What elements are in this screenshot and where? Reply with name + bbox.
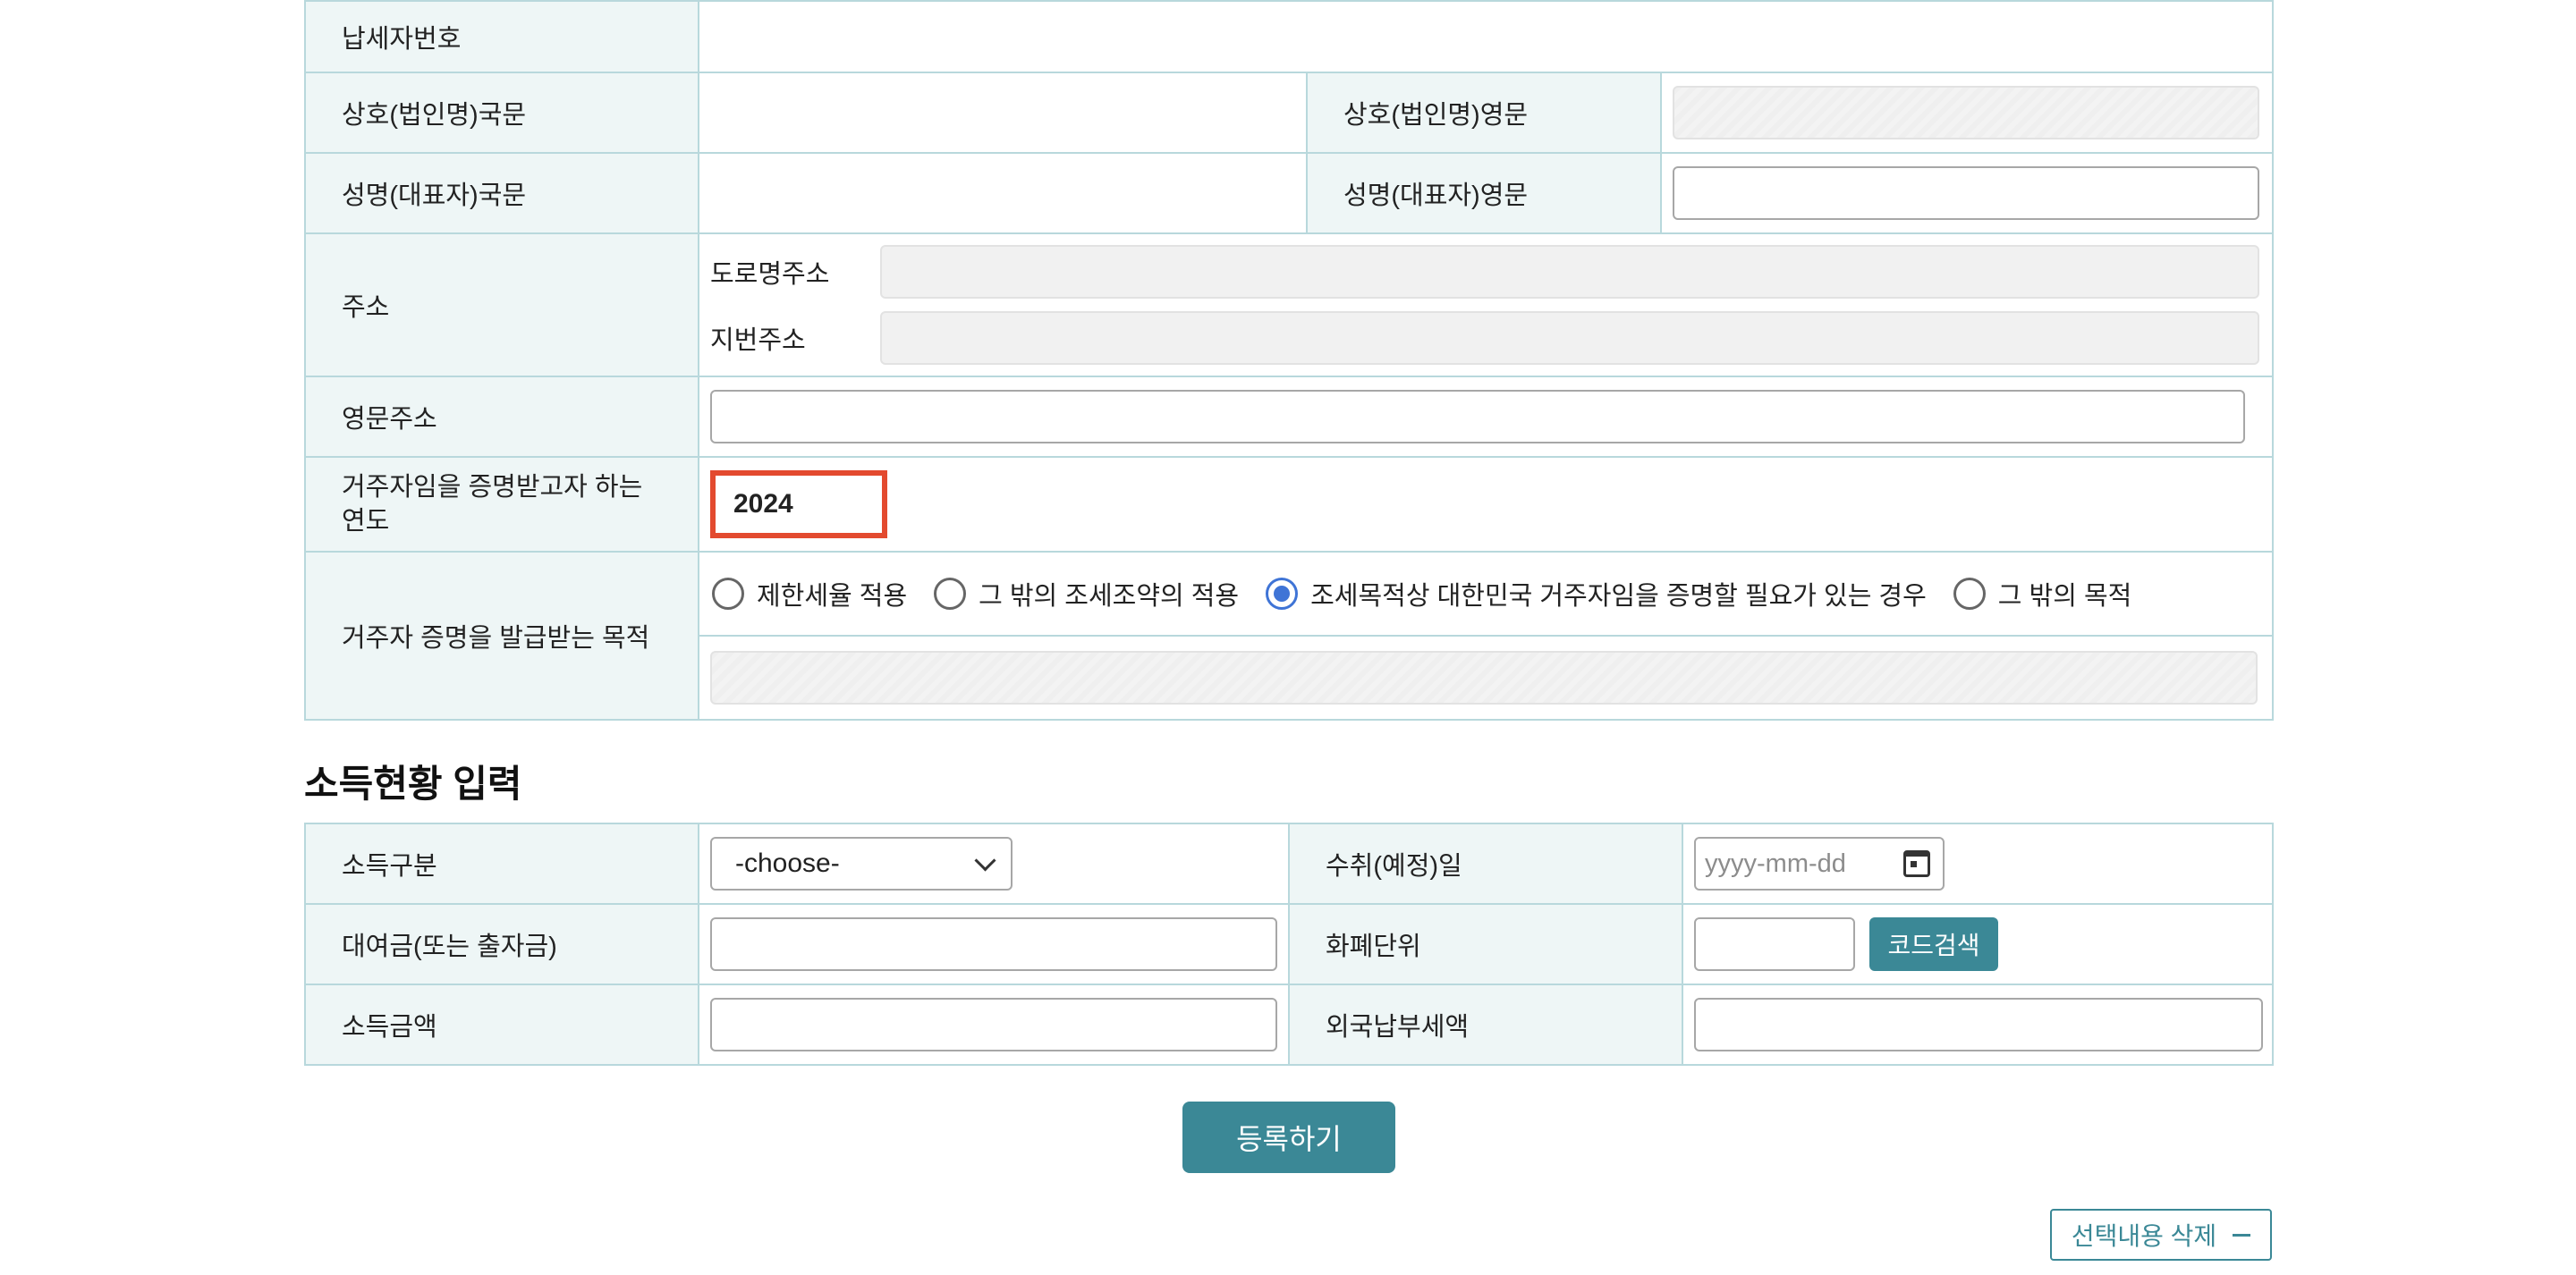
delete-selected-button[interactable]: 선택내용 삭제 [2050,1209,2272,1261]
radio-icon [934,578,967,610]
purpose-radio-other-treaty[interactable]: 그 밖의 조세조약의 적용 [934,575,1239,612]
trade-name-en-input [1673,86,2259,139]
register-button[interactable]: 등록하기 [1182,1102,1395,1173]
lot-address-label: 지번주소 [710,326,806,355]
delete-button-label: 선택내용 삭제 [2071,1222,2217,1250]
purpose-label: 거주자 증명을 발급받는 목적 [304,551,699,721]
income-section: 소득구분 -choose- 수취(예정)일 yyyy-mm-dd 대여금(또는 … [304,823,2274,1066]
radio-label: 그 밖의 목적 [1997,582,2132,611]
taxpayer-table: 납세자번호 상호(법인명)국문 상호(법인명)영문 성명(대표자)국문 성명(대… [304,0,2275,721]
receipt-date-label: 수취(예정)일 [1288,823,1683,905]
purpose-radio-prove-residency[interactable]: 조세목적상 대한민국 거주자임을 증명할 필요가 있는 경우 [1266,575,1927,612]
purpose-radio-other[interactable]: 그 밖의 목적 [1953,575,2132,612]
loan-label: 대여금(또는 출자금) [304,903,699,985]
purpose-radio-group: 제한세율 적용 그 밖의 조세조약의 적용 조세목적상 대한민국 거주자임을 증… [699,553,2273,637]
address-label: 주소 [304,232,699,377]
radio-selected-icon [1266,578,1299,610]
lot-address-input [880,311,2259,365]
trade-name-en-label: 상호(법인명)영문 [1306,72,1662,154]
year-label-line2: 연도 [342,507,390,536]
income-section-title: 소득현황 입력 [304,763,522,805]
radio-icon [1953,578,1986,610]
trade-name-kr-label: 상호(법인명)국문 [304,72,699,154]
radio-label: 제한세율 적용 [757,582,908,611]
year-label-line1: 거주자임을 증명받고자 하는 [342,473,643,502]
date-placeholder: yyyy-mm-dd [1705,849,1846,878]
income-amount-label: 소득금액 [304,984,699,1066]
english-address-label: 영문주소 [304,376,699,458]
currency-input[interactable] [1694,917,1855,971]
radio-label: 그 밖의 조세조약의 적용 [979,582,1240,611]
currency-label: 화폐단위 [1288,903,1683,985]
year-input[interactable]: 2024 [710,470,887,538]
income-amount-input[interactable] [710,998,1277,1051]
income-type-label: 소득구분 [304,823,699,905]
taxpayer-id-value [697,0,2275,73]
road-address-label: 도로명주소 [710,260,830,289]
road-address-input [880,245,2259,299]
purpose-other-input [710,651,2258,705]
trade-name-kr-value [698,72,1308,154]
radio-label: 조세목적상 대한민국 거주자임을 증명할 필요가 있는 경우 [1310,582,1927,611]
code-search-button[interactable]: 코드검색 [1869,917,1998,971]
taxpayer-id-label: 납세자번호 [304,0,699,73]
english-address-input[interactable] [710,390,2245,443]
foreign-tax-input[interactable] [1694,998,2263,1051]
select-value: -choose- [735,849,840,878]
calendar-icon[interactable] [1903,850,1930,877]
year-label: 거주자임을 증명받고자 하는 연도 [304,456,699,553]
loan-amount-input[interactable] [710,917,1277,971]
foreign-tax-label: 외국납부세액 [1288,984,1683,1066]
income-type-select[interactable]: -choose- [710,837,1013,891]
rep-name-en-label: 성명(대표자)영문 [1306,152,1662,234]
minus-icon [2233,1233,2251,1237]
income-table: 소득구분 -choose- 수취(예정)일 yyyy-mm-dd 대여금(또는 … [304,823,2274,1066]
taxpayer-section: 납세자번호 상호(법인명)국문 상호(법인명)영문 성명(대표자)국문 성명(대… [304,0,2275,721]
chevron-down-icon [974,849,996,872]
receipt-date-input[interactable]: yyyy-mm-dd [1694,837,1945,891]
rep-name-en-input[interactable] [1673,166,2259,220]
rep-name-kr-value [698,152,1308,234]
purpose-radio-limited-tax-rate[interactable]: 제한세율 적용 [712,575,907,612]
radio-icon [712,578,744,610]
rep-name-kr-label: 성명(대표자)국문 [304,152,699,234]
